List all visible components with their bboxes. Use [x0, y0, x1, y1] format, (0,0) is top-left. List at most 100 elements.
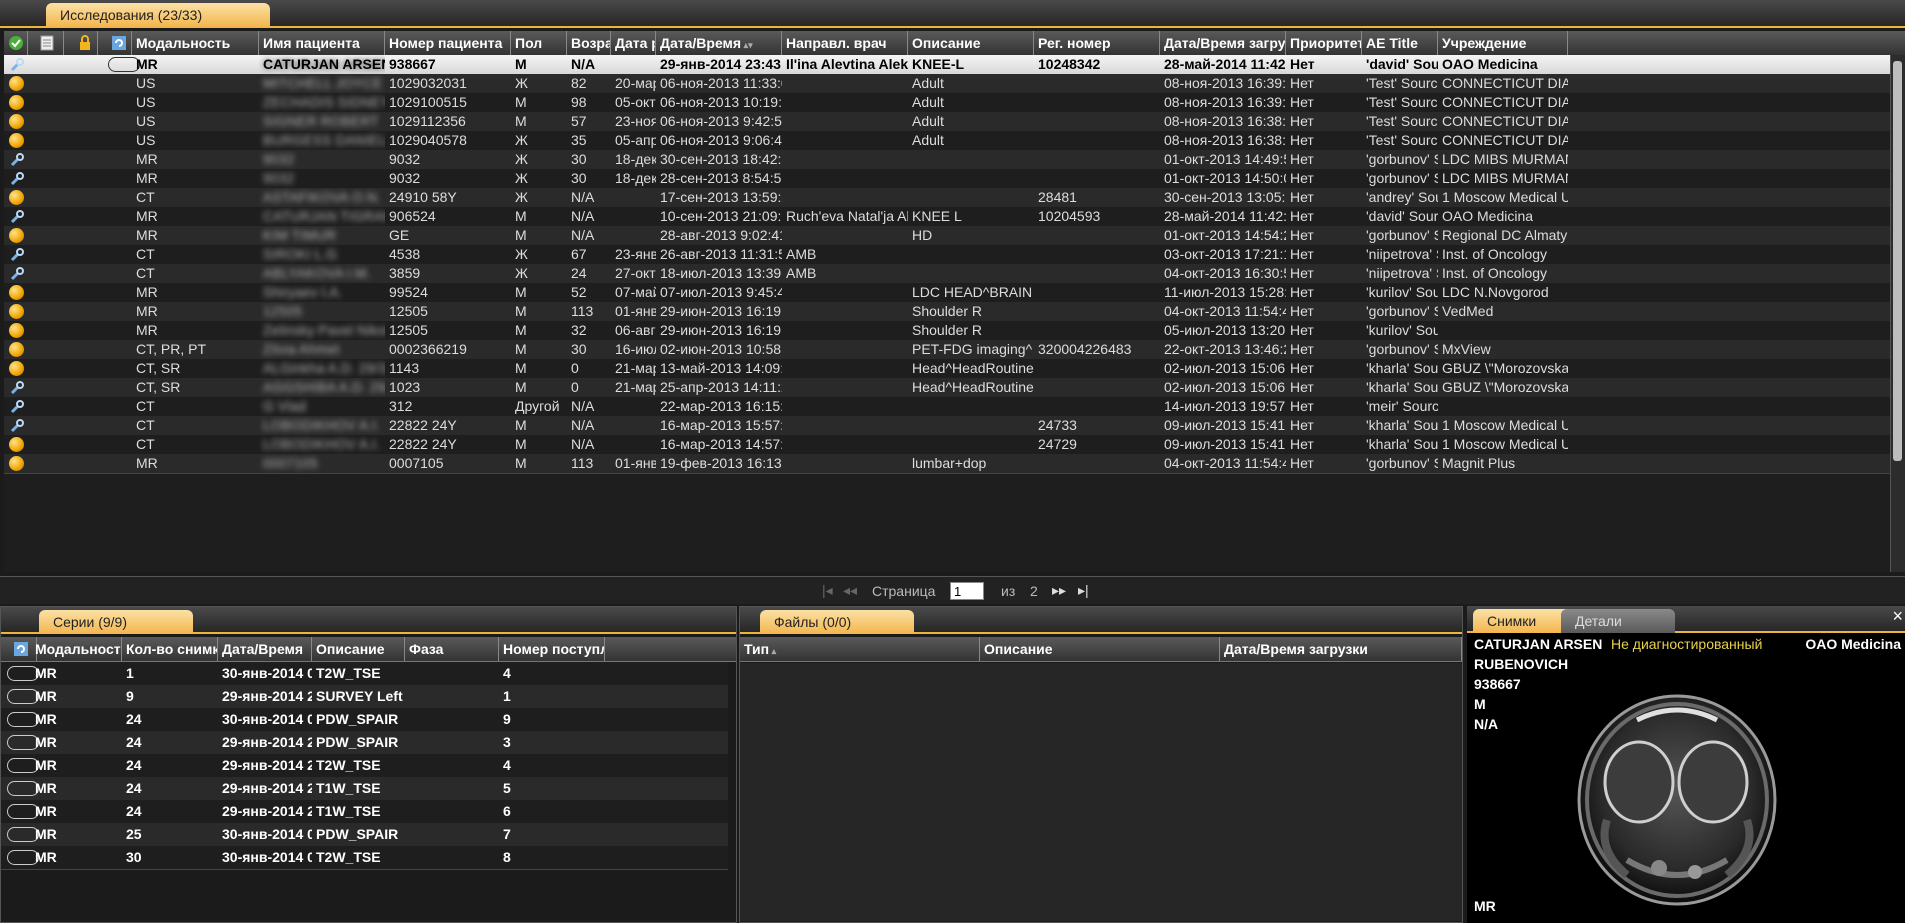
table-row[interactable]: MR CATURJAN TIGRAN RU906524 М N/A 10-сен-201…: [4, 207, 1891, 227]
cell-upload-datetime: 03-окт-2013 17:21:19: [1164, 246, 1286, 262]
table-row[interactable]: MR KIM TIMUR GE М N/A 28-авг-2013 9:02:41 HD 01…: [4, 226, 1891, 246]
cell-upload-datetime: 28-май-2014 11:42:1: [1164, 56, 1286, 72]
table-row[interactable]: MR 9032 9032 Ж 30 18-дек 28-сен-2013 8:54:58 01…: [4, 169, 1891, 189]
column-header-patient-id[interactable]: Номер пациента: [385, 31, 511, 55]
column-header-ae-title[interactable]: AE Title: [1362, 31, 1438, 55]
lock-column-icon[interactable]: [64, 31, 98, 55]
overlay-age: N/A: [1474, 716, 1499, 732]
tab-files[interactable]: Файлы (0/0): [760, 610, 914, 634]
table-row[interactable]: MR 24 29-янв-2014 2: T1W_TSE 6: [1, 800, 728, 824]
table-row[interactable]: MR 24 30-янв-2014 0: PDW_SPAIR 9: [1, 708, 728, 732]
table-row[interactable]: CT ASTAFIKOVA O.N. 24910 58Y Ж N/A 17-сен-201…: [4, 188, 1891, 208]
column-header-accession-number[interactable]: Номер поступления: [499, 637, 605, 661]
cell-phase: [405, 731, 499, 754]
cell-patient-name: SIROKI L.G: [263, 246, 337, 262]
cell-description: Head^HeadRoutine6m: [912, 379, 1034, 395]
cell-institution: VedMed: [1442, 303, 1494, 319]
tab-series[interactable]: Серии (9/9): [39, 610, 193, 634]
column-header-type[interactable]: Тип ▴: [740, 637, 980, 661]
table-row[interactable]: CT, SR ALGinkha A.D. 29/3231143 М 0 21-мар13…: [4, 359, 1891, 379]
table-row[interactable]: CT SIROKI L.G 4538 Ж 67 23-янв 26-авг-2013 11:…: [4, 245, 1891, 265]
column-header-image-count[interactable]: Кол-во снимков: [122, 637, 218, 661]
table-row[interactable]: MR 25 30-янв-2014 0: PDW_SPAIR 7: [1, 823, 728, 847]
cell-age: N/A: [571, 398, 595, 414]
cell-description: SURVEY Left: [316, 688, 403, 704]
column-header-description[interactable]: Описание: [908, 31, 1034, 55]
table-row[interactable]: CT ABLYAKOVA I.M. 3859 Ж 24 27-окт 18-июл-2013…: [4, 264, 1891, 284]
check-column-icon[interactable]: [4, 31, 28, 55]
table-row[interactable]: US MITCHELL JOYCE 1029032031 Ж 82 20-мар 06-но…: [4, 74, 1891, 94]
table-row[interactable]: MR Shiryaev I.A. 99524 М 52 07-май 07-июл-2013…: [4, 283, 1891, 303]
table-row[interactable]: MR Zelinsky Pavel Nikolae12505 М 32 06-авг29…: [4, 321, 1891, 341]
table-row[interactable]: MR CATURJAN ARSEN RU938667 М N/A 29-янв-2014…: [4, 55, 1891, 75]
tab-details[interactable]: Детали: [1561, 609, 1675, 633]
column-header-sex[interactable]: Пол: [511, 31, 567, 55]
table-row[interactable]: MR 24 29-янв-2014 2: T1W_TSE 5: [1, 777, 728, 801]
cell-priority: Нет: [1290, 341, 1314, 357]
column-header-reg-number[interactable]: Рег. номер: [1034, 31, 1160, 55]
column-header-modality[interactable]: Модальность: [31, 637, 122, 661]
table-row[interactable]: MR 24 29-янв-2014 2: PDW_SPAIR 3: [1, 731, 728, 755]
column-header-upload-datetime[interactable]: Дата/Время загрузки: [1160, 31, 1286, 55]
column-header-modality[interactable]: Модальность: [132, 31, 259, 55]
status-circle-icon: [9, 285, 24, 300]
column-header-institution[interactable]: Учреждение: [1438, 31, 1568, 55]
cell-referring-doctor: Il'ina Alevtina Alekse: [786, 56, 908, 72]
page-input[interactable]: [950, 582, 984, 600]
column-header-birth-date[interactable]: Дата р: [611, 31, 656, 55]
column-header-patient-name[interactable]: Имя пациента: [259, 31, 385, 55]
table-row[interactable]: MR 0007105 0007105 М 113 01-янв 19-фев-2013 16…: [4, 454, 1891, 474]
mri-knee-image[interactable]: [1567, 690, 1787, 910]
column-header-description[interactable]: Описание: [980, 637, 1220, 661]
tab-studies[interactable]: Исследования (23/33): [46, 3, 270, 27]
cell-modality: CT: [136, 189, 155, 205]
column-header-priority[interactable]: Приоритет: [1286, 31, 1362, 55]
first-page-icon[interactable]: |◂: [822, 582, 833, 599]
cell-modality: MR: [35, 803, 57, 819]
table-row[interactable]: CT G Vlad 312 Другой N/A 22-мар-2013 16:15:1 1…: [4, 397, 1891, 417]
table-row[interactable]: MR 9 29-янв-2014 2: SURVEY Left 1: [1, 685, 728, 709]
column-header-study-datetime[interactable]: Дата/Время ▴▾: [656, 31, 782, 55]
table-row[interactable]: MR 30 30-янв-2014 0: T2W_TSE 8: [1, 846, 728, 870]
cell-institution: CONNECTICUT DIAG: [1442, 94, 1568, 110]
cell-sex: Ж: [515, 265, 528, 281]
next-page-icon[interactable]: ▸▸: [1052, 582, 1066, 599]
refresh-column-icon[interactable]: [98, 31, 132, 55]
cell-ae-title: 'kharla' Source: [1366, 436, 1438, 452]
close-icon[interactable]: ×: [1892, 606, 1903, 627]
cell-patient-id: 24910 58Y: [389, 189, 457, 205]
table-row[interactable]: CT, PR, PT Zilvia Ahmet 0002366219 М 30 16-ию…: [4, 340, 1891, 360]
cell-description: T2W_TSE: [316, 849, 381, 865]
prev-page-icon[interactable]: ◂◂: [843, 582, 857, 599]
column-header-age[interactable]: Возраст: [567, 31, 611, 55]
cell-phase: [405, 662, 499, 685]
table-row[interactable]: US SIGNER ROBERT 1029112356 М 57 23-ноя 06-ноя…: [4, 112, 1891, 132]
last-page-icon[interactable]: ▸|: [1078, 582, 1089, 599]
column-header-upload-datetime[interactable]: Дата/Время загрузки: [1220, 637, 1462, 661]
cell-patient-id: 4538: [389, 246, 421, 262]
cell-age: N/A: [571, 208, 595, 224]
studies-scroll-thumb[interactable]: [1893, 61, 1902, 461]
column-header-description[interactable]: Описание: [312, 637, 405, 661]
column-header-referring-doctor[interactable]: Направл. врач: [782, 31, 908, 55]
cell-sex: М: [515, 113, 527, 129]
column-header-phase[interactable]: Фаза: [405, 637, 499, 661]
cell-sex: М: [515, 360, 527, 376]
document-column-icon[interactable]: [28, 31, 64, 55]
cell-description: [908, 435, 1034, 454]
cell-birth-date: 05-апр: [615, 132, 656, 148]
studies-scrollbar[interactable]: [1890, 55, 1905, 572]
table-row[interactable]: MR 24 29-янв-2014 2: T2W_TSE 4: [1, 754, 728, 778]
table-row[interactable]: CT, SR AGGSHIBA A.D. 29/321023 М 0 21-мар25-…: [4, 378, 1891, 398]
cell-birth-date: 16-июл: [615, 341, 656, 357]
column-header-datetime[interactable]: Дата/Время: [218, 637, 312, 661]
cell-priority: Нет: [1290, 56, 1315, 72]
table-row[interactable]: MR 1 30-янв-2014 0: T2W_TSE 4: [1, 662, 728, 686]
table-row[interactable]: MR 12505 12505 М 113 01-янв 29-июн-2013 16:19:…: [4, 302, 1891, 322]
table-row[interactable]: US BURGESS DANIELLE1029040578 Ж 35 05-апр06-…: [4, 131, 1891, 151]
table-row[interactable]: CT LOBODIKHOV A.I. 22822 24Y М N/A 16-мар-201…: [4, 435, 1891, 455]
table-row[interactable]: MR 9032 9032 Ж 30 18-дек30-сен-2013 18:42:22 0…: [4, 150, 1891, 170]
table-row[interactable]: US ZECHADIS SIDNEY 1029100515 М 98 05-окт 06-н…: [4, 93, 1891, 113]
status-circle-icon: [9, 228, 24, 243]
table-row[interactable]: CT LOBODIKHOV A.I. 22822 24Y М N/A 16-мар-201…: [4, 416, 1891, 436]
